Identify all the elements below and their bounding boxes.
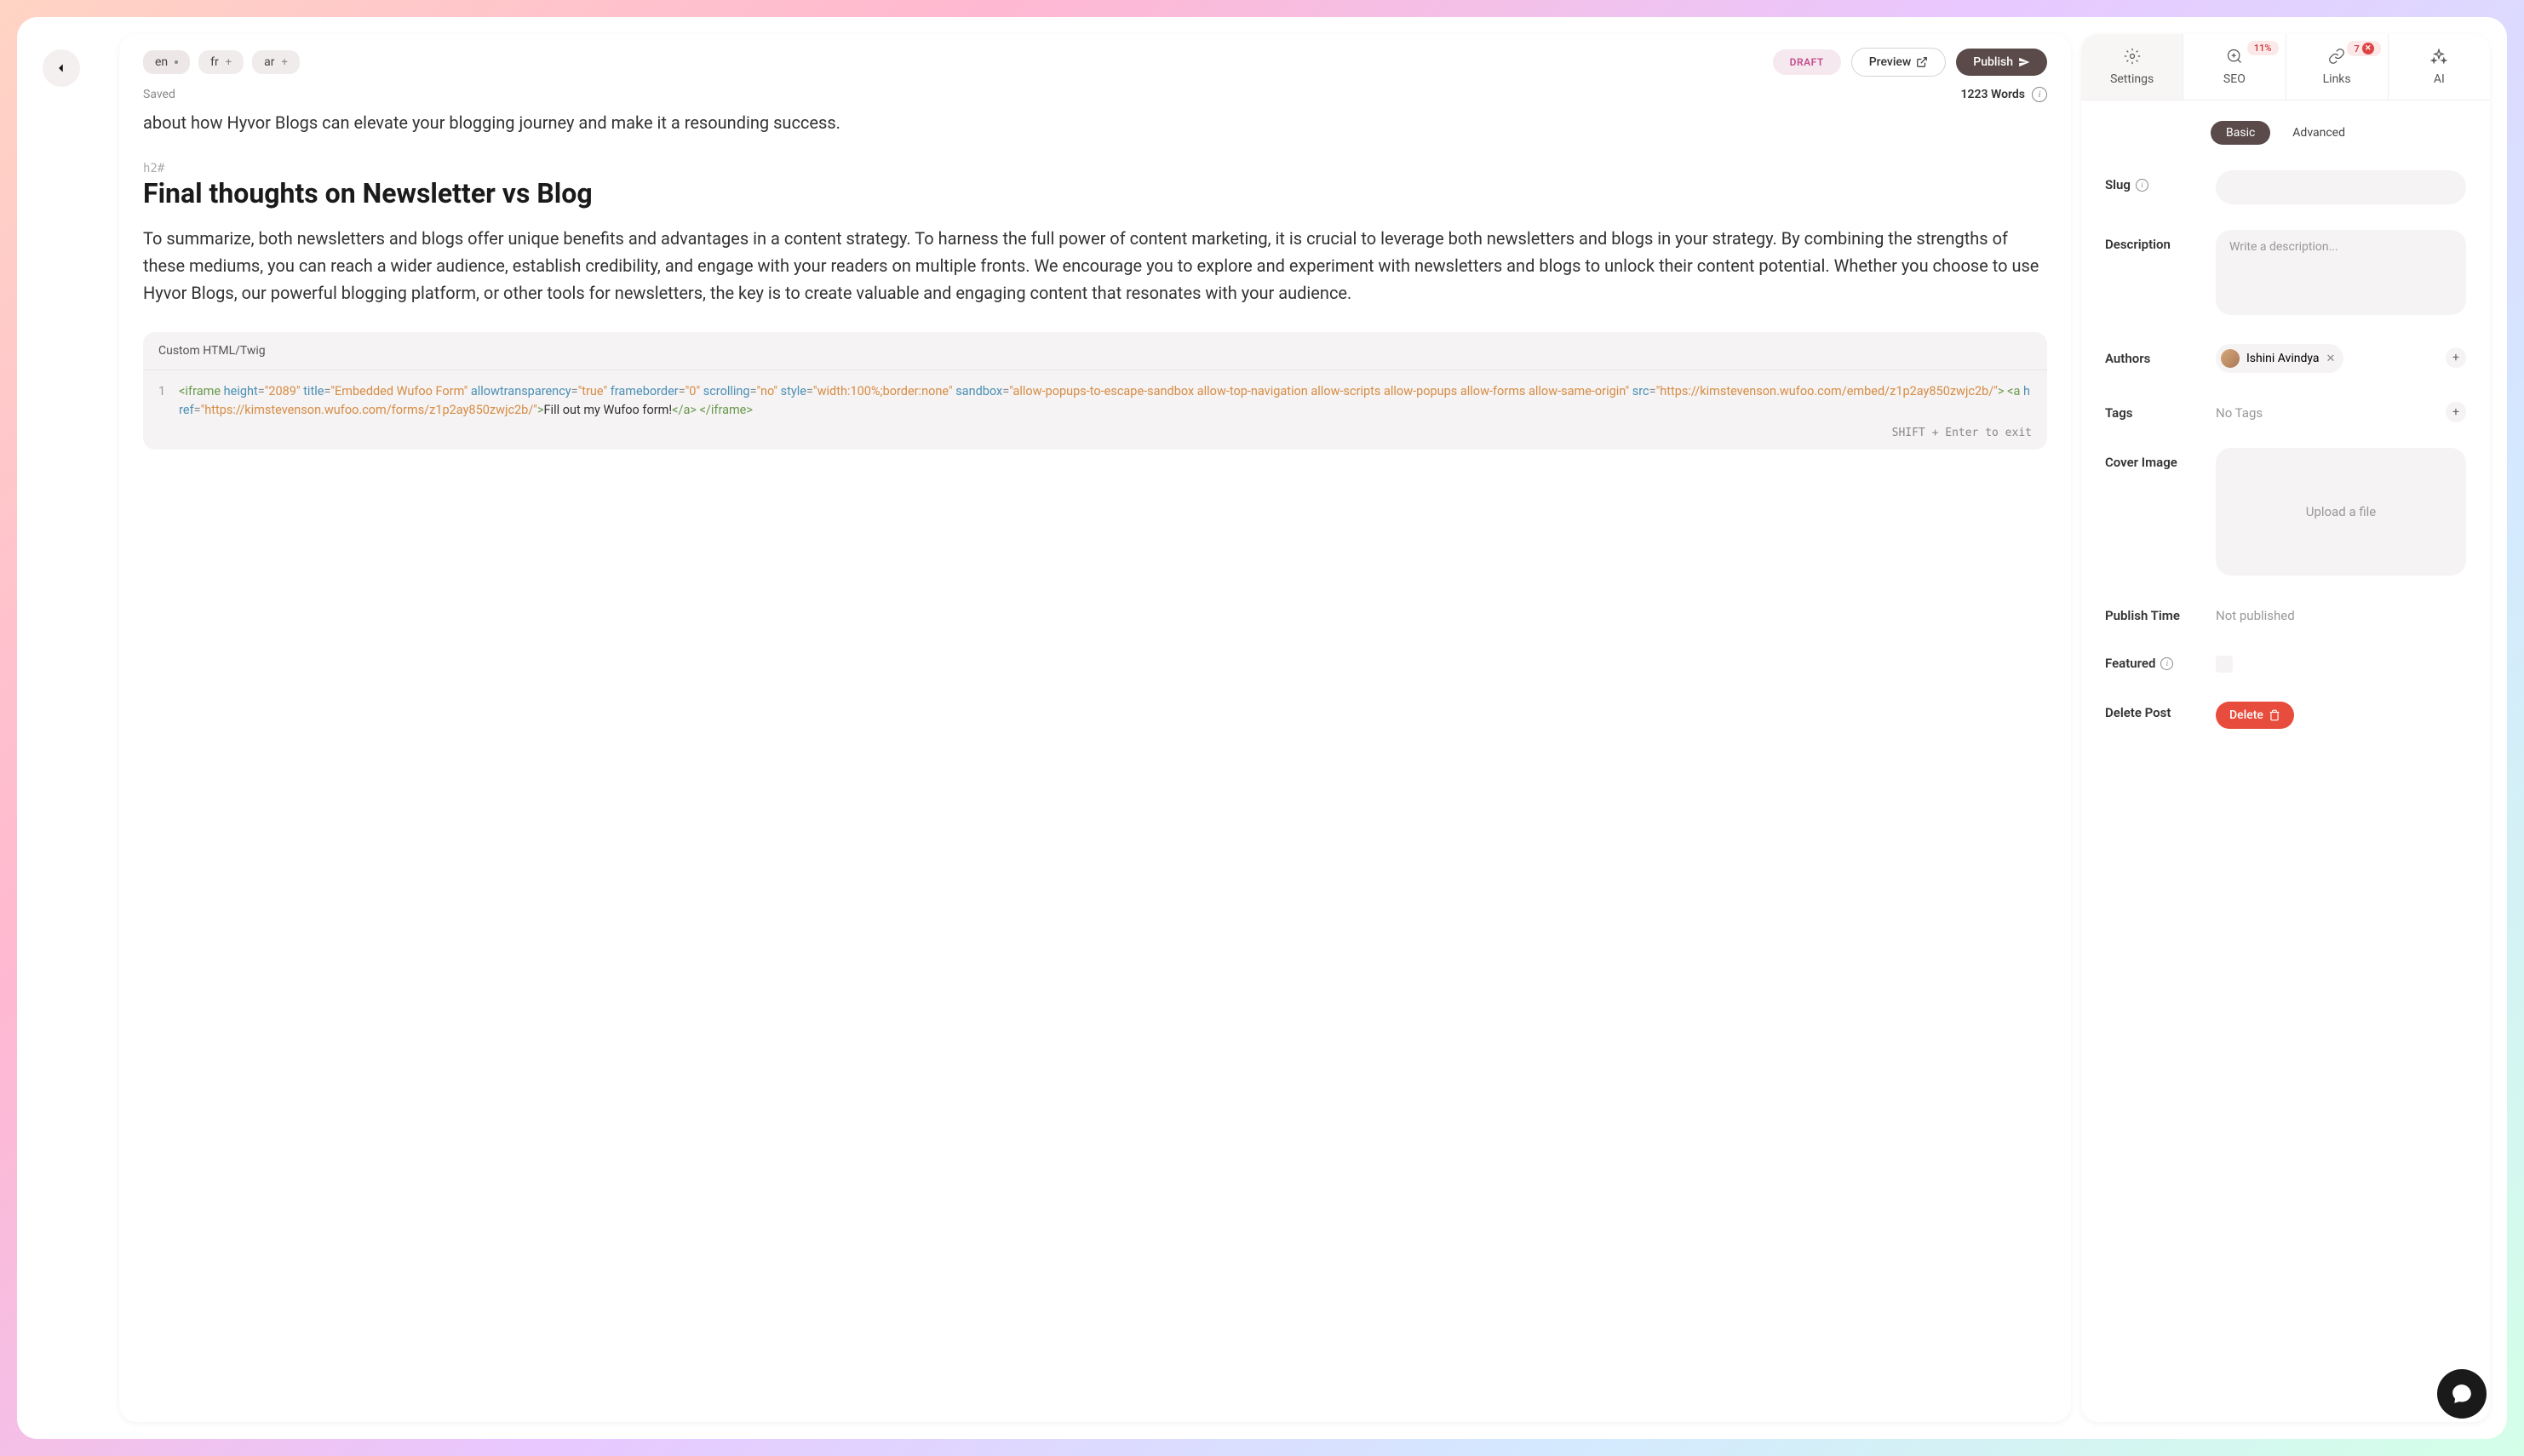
editor-content[interactable]: about how Hyvor Blogs can elevate your b… <box>119 106 2071 1422</box>
settings-body: Basic Advanced Slug i Description A <box>2081 100 2490 1422</box>
seo-badge: 11% <box>2247 41 2279 55</box>
sparkle-icon <box>2430 48 2447 69</box>
lang-tab-ar[interactable]: ar + <box>252 50 300 74</box>
tags-label: Tags <box>2105 398 2199 421</box>
lang-dot-icon <box>175 60 178 64</box>
links-count: 7 <box>2354 43 2359 54</box>
lang-label: fr <box>210 55 219 69</box>
slug-label: Slug i <box>2105 170 2199 192</box>
content-heading: Final thoughts on Newsletter vs Blog <box>143 177 2047 209</box>
info-icon[interactable]: i <box>2136 179 2148 192</box>
tab-seo[interactable]: SEO 11% <box>2183 34 2286 100</box>
editor-panel: en fr + ar + DRAFT Preview <box>119 34 2071 1422</box>
pill-tabs: Basic Advanced <box>2105 121 2466 145</box>
cover-image-label: Cover Image <box>2105 448 2199 470</box>
sidebar-tabs: Settings SEO 11% Links 7 ✕ <box>2081 34 2490 100</box>
pill-basic[interactable]: Basic <box>2211 121 2270 145</box>
author-name: Ishini Avindya <box>2246 352 2320 365</box>
add-author-button[interactable]: + <box>2446 347 2466 368</box>
info-icon[interactable]: i <box>2032 87 2047 102</box>
delete-post-label: Delete Post <box>2105 698 2199 720</box>
word-count-value: 1223 Words <box>1961 88 2025 101</box>
code-body[interactable]: 1 <iframe height="2089" title="Embedded … <box>143 370 2047 427</box>
description-label: Description <box>2105 230 2199 252</box>
lang-label: ar <box>264 55 274 69</box>
publish-time-label: Publish Time <box>2105 601 2199 623</box>
magnify-icon <box>2226 48 2243 69</box>
lang-label: en <box>155 55 168 69</box>
tab-label: SEO <box>2223 72 2246 86</box>
delete-button[interactable]: Delete <box>2216 702 2294 729</box>
publish-button[interactable]: Publish <box>1956 49 2047 76</box>
header-actions: DRAFT Preview Publish <box>1773 48 2047 77</box>
preview-button[interactable]: Preview <box>1851 48 1947 77</box>
settings-panel: Settings SEO 11% Links 7 ✕ <box>2081 34 2490 1422</box>
code-block-title: Custom HTML/Twig <box>143 332 2047 370</box>
featured-label: Featured i <box>2105 649 2199 671</box>
error-icon: ✕ <box>2362 43 2374 54</box>
saved-indicator: Saved <box>143 88 175 101</box>
editor-header: en fr + ar + DRAFT Preview <box>119 34 2071 106</box>
code-block: Custom HTML/Twig 1 <iframe height="2089"… <box>143 332 2047 450</box>
lang-tab-fr[interactable]: fr + <box>198 50 244 74</box>
content-paragraph: about how Hyvor Blogs can elevate your b… <box>143 109 2047 136</box>
remove-author-icon[interactable]: ✕ <box>2326 353 2336 365</box>
cover-upload[interactable]: Upload a file <box>2216 448 2466 576</box>
tab-label: Settings <box>2110 72 2154 86</box>
featured-checkbox[interactable] <box>2216 656 2233 673</box>
heading-marker: h2# <box>143 162 2047 175</box>
avatar <box>2221 349 2240 368</box>
tab-label: AI <box>2434 72 2445 86</box>
publish-time-value: Not published <box>2216 601 2466 623</box>
code-hint: SHIFT + Enter to exit <box>143 427 2047 450</box>
content-paragraph: To summarize, both newsletters and blogs… <box>143 225 2047 307</box>
back-button[interactable] <box>43 49 80 87</box>
chat-button[interactable] <box>2437 1369 2487 1419</box>
no-tags-text: No Tags <box>2216 398 2263 421</box>
author-chip: Ishini Avindya ✕ <box>2216 344 2343 373</box>
delete-label: Delete <box>2229 708 2263 722</box>
publish-label: Publish <box>1973 55 2013 69</box>
authors-label: Authors <box>2105 344 2199 366</box>
tab-label: Links <box>2323 72 2351 86</box>
add-tag-button[interactable]: + <box>2446 402 2466 422</box>
draft-status-button[interactable]: DRAFT <box>1773 49 1841 75</box>
plus-icon: + <box>282 56 288 69</box>
code-content: <iframe height="2089" title="Embedded Wu… <box>179 382 2032 420</box>
preview-label: Preview <box>1869 55 1912 69</box>
tab-settings[interactable]: Settings <box>2081 34 2183 100</box>
trash-icon <box>2269 709 2280 721</box>
lang-tab-en[interactable]: en <box>143 50 190 74</box>
send-icon <box>2018 56 2030 68</box>
link-icon <box>2328 48 2345 69</box>
pill-advanced[interactable]: Advanced <box>2277 121 2361 145</box>
chat-icon <box>2451 1383 2473 1405</box>
links-badge: 7 ✕ <box>2347 41 2380 56</box>
word-count: 1223 Words i <box>1961 87 2047 102</box>
language-tabs: en fr + ar + <box>143 50 300 74</box>
info-icon[interactable]: i <box>2160 657 2173 670</box>
external-link-icon <box>1916 56 1928 68</box>
line-number: 1 <box>158 382 165 420</box>
gear-icon <box>2124 48 2141 69</box>
tab-ai[interactable]: AI <box>2389 34 2490 100</box>
slug-input[interactable] <box>2216 170 2466 204</box>
tab-links[interactable]: Links 7 ✕ <box>2286 34 2389 100</box>
plus-icon: + <box>226 56 232 69</box>
description-input[interactable] <box>2216 230 2466 315</box>
